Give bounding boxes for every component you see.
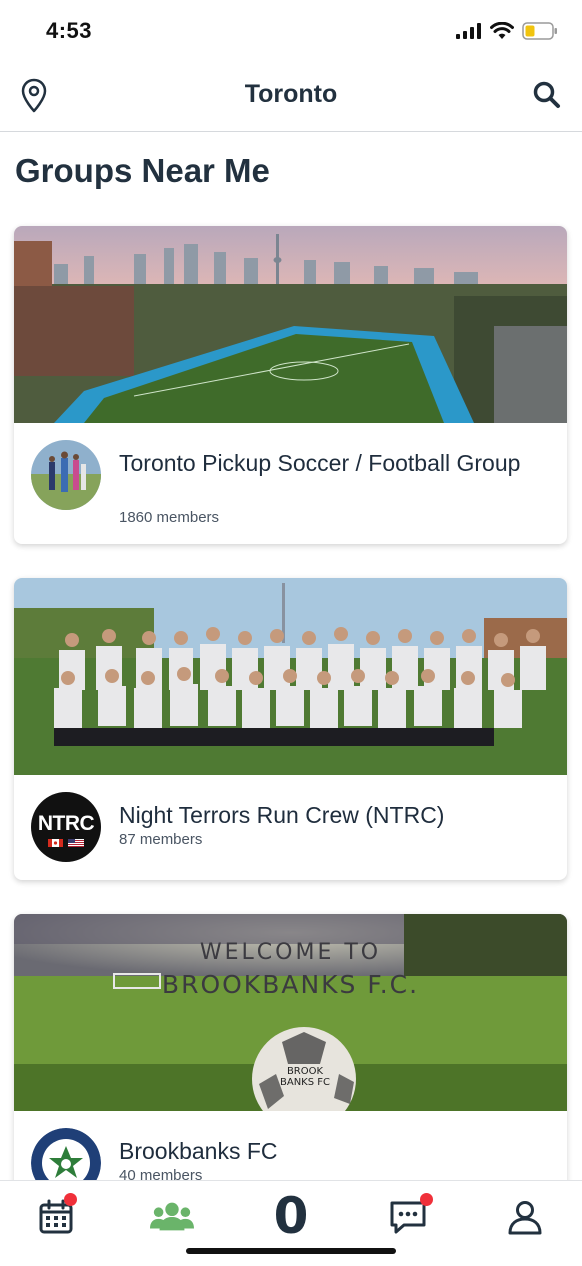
- notification-badge: [64, 1193, 77, 1206]
- group-cover-image: WELCOME TO BROOKBANKS F.C. BROOK BANKS F…: [14, 914, 567, 1111]
- group-member-count: 1860 members: [119, 509, 220, 526]
- wifi-icon: [490, 22, 514, 39]
- nav-bar: Toronto: [0, 64, 582, 132]
- tab-home-logo[interactable]: 0: [268, 1191, 314, 1241]
- group-cover-image: [14, 578, 567, 775]
- group-avatar: NTRC: [31, 792, 101, 862]
- logo-icon: 0: [273, 1187, 309, 1245]
- search-icon[interactable]: [532, 80, 562, 110]
- tab-groups[interactable]: [150, 1195, 194, 1239]
- groups-icon: [150, 1202, 194, 1231]
- profile-icon: [508, 1201, 542, 1235]
- cellular-signal-icon: [456, 23, 481, 39]
- group-card-brookbanks[interactable]: WELCOME TO BROOKBANKS F.C. BROOK BANKS F…: [14, 914, 567, 1214]
- group-name: Night Terrors Run Crew (NTRC): [119, 802, 445, 828]
- status-bar: 4:53: [0, 0, 582, 64]
- notification-badge: [420, 1193, 433, 1206]
- ball-text: BROOK BANKS FC: [280, 1066, 330, 1088]
- nav-title: Toronto: [244, 80, 338, 108]
- group-card-toronto-pickup-soccer[interactable]: Toronto Pickup Soccer / Football Group 1…: [14, 226, 567, 544]
- status-time: 4:53: [46, 18, 93, 43]
- home-indicator[interactable]: [186, 1248, 396, 1254]
- page-title: Groups Near Me: [15, 152, 270, 189]
- group-card-body: Toronto Pickup Soccer / Football Group 1…: [14, 423, 567, 544]
- avatar-logo-text: NTRC: [37, 812, 95, 835]
- group-cover-image: [14, 226, 567, 423]
- battery-icon: [522, 22, 557, 40]
- group-card-body: NTRC Night Terrors Run Crew (NTRC) 87 me…: [14, 775, 567, 880]
- group-card-ntrc[interactable]: NTRC Night Terrors Run Crew (NTRC) 87 me…: [14, 578, 567, 880]
- group-avatar: [31, 440, 101, 510]
- tab-profile[interactable]: [503, 1195, 547, 1239]
- banner-text-line1: WELCOME TO: [199, 940, 382, 965]
- group-name: Brookbanks FC: [119, 1138, 278, 1164]
- tab-calendar[interactable]: [34, 1193, 78, 1239]
- status-icons: [456, 22, 558, 40]
- group-name: Toronto Pickup Soccer / Football Group: [119, 450, 521, 476]
- tab-messages[interactable]: [386, 1193, 433, 1239]
- group-member-count: 87 members: [119, 831, 203, 848]
- banner-text-line2: BROOKBANKS F.C.: [161, 970, 420, 999]
- flags-icon: [48, 839, 84, 847]
